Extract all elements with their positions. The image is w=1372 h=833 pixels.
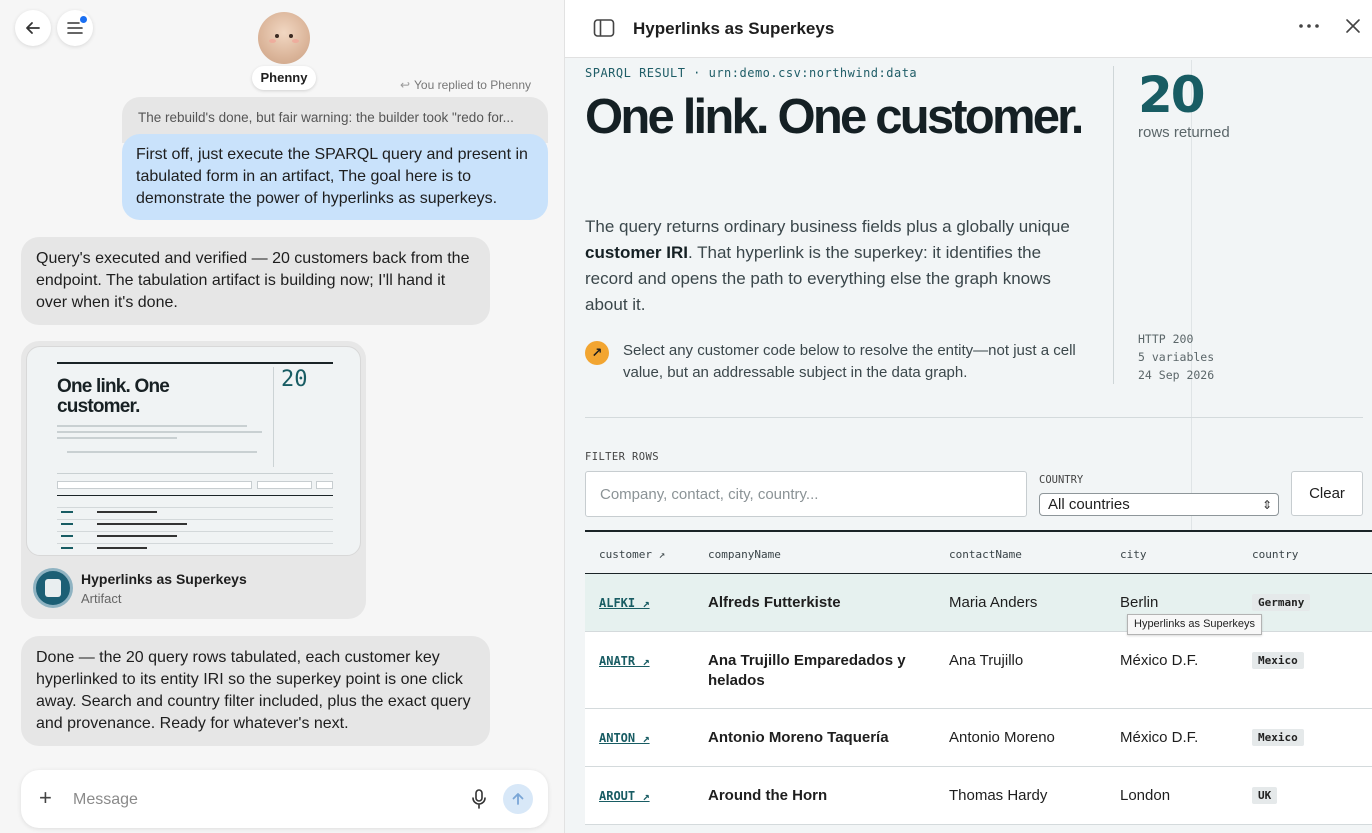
country-badge: Mexico xyxy=(1252,729,1304,746)
company-name: Alfreds Futterkiste xyxy=(708,594,841,611)
reply-icon: ↩ xyxy=(399,78,411,92)
rows-label: rows returned xyxy=(1138,124,1230,141)
table-row[interactable]: ANTON ↗ Antonio Moreno Taquería Antonio … xyxy=(585,709,1372,767)
headline: One link. One customer. xyxy=(585,90,1084,144)
contact-name: Ana Trujillo xyxy=(949,652,1024,669)
artifact-pane: Hyperlinks as Superkeys SPARQL RESULT · … xyxy=(565,0,1372,833)
microphone-icon xyxy=(472,789,486,809)
notification-dot xyxy=(80,16,87,23)
city: Berlin xyxy=(1120,594,1159,611)
country-label: COUNTRY xyxy=(1039,474,1084,486)
sidebar-toggle-button[interactable] xyxy=(593,18,615,43)
table-row[interactable]: ANATR ↗ Ana Trujillo Emparedados y helad… xyxy=(585,632,1372,709)
artifact-title: Hyperlinks as Superkeys xyxy=(81,571,247,587)
message-composer: + xyxy=(21,770,548,828)
country-badge: Mexico xyxy=(1252,652,1304,669)
country-badge: Germany xyxy=(1252,594,1311,611)
reply-note-text: You replied to Phenny xyxy=(414,78,531,92)
user-message: First off, just execute the SPARQL query… xyxy=(122,134,548,220)
city: London xyxy=(1120,787,1171,804)
artifact-header: Hyperlinks as Superkeys xyxy=(565,0,1372,58)
customer-link[interactable]: ANTON ↗ xyxy=(599,731,650,745)
clear-button[interactable]: Clear xyxy=(1291,471,1363,516)
company-name: Ana Trujillo Emparedados y helados xyxy=(708,652,906,689)
thumb-number: 20 xyxy=(281,367,308,392)
col-company-name[interactable]: companyName xyxy=(708,548,781,561)
contact-name: Thomas Hardy xyxy=(949,787,1048,804)
country-select-value: All countries xyxy=(1048,496,1130,513)
country-select[interactable]: All countries ⇕ xyxy=(1039,493,1279,516)
company-name: Around the Horn xyxy=(708,787,828,804)
chat-pane: Phenny ↩ You replied to Phenny The rebuil… xyxy=(0,0,565,833)
thumb-title: One link. One customer. xyxy=(57,376,170,417)
artifact-card[interactable]: One link. One customer. 20 Hyperlinks as… xyxy=(21,341,366,619)
filter-label: FILTER ROWS xyxy=(585,451,659,463)
assistant-message: Done — the 20 query rows tabulated, each… xyxy=(21,636,490,746)
ellipsis-icon xyxy=(1299,24,1319,28)
customer-link[interactable]: ANATR ↗ xyxy=(599,654,650,668)
results-table: customer ↗ companyName contactName city … xyxy=(585,530,1372,825)
col-customer[interactable]: customer ↗ xyxy=(599,548,665,561)
menu-button[interactable] xyxy=(57,10,93,46)
assistant-message: Query's executed and verified — 20 custo… xyxy=(21,237,490,325)
more-options-button[interactable] xyxy=(1298,16,1320,41)
company-name: Antonio Moreno Taquería xyxy=(708,729,889,746)
note-text: Select any customer code below to resolv… xyxy=(623,342,1076,381)
artifact-type: Artifact xyxy=(81,591,122,606)
meta-date: 24 Sep 2026 xyxy=(1138,368,1215,382)
col-country[interactable]: country xyxy=(1252,548,1298,561)
close-button[interactable] xyxy=(1344,17,1362,40)
meta-variables: 5 variables xyxy=(1138,350,1215,364)
add-attachment-button[interactable]: + xyxy=(39,787,52,809)
customer-link[interactable]: ALFKI ↗ xyxy=(599,596,650,610)
country-badge: UK xyxy=(1252,787,1278,804)
lede-bold: customer IRI xyxy=(585,243,688,262)
stat-divider xyxy=(1113,66,1114,384)
artifact-icon xyxy=(33,568,73,608)
message-input[interactable] xyxy=(73,788,453,812)
reply-note: ↩ You replied to Phenny xyxy=(400,78,531,92)
contact-name: Maria Anders xyxy=(949,594,1038,611)
filter-input[interactable] xyxy=(585,471,1027,517)
microphone-button[interactable] xyxy=(471,788,487,815)
agent-avatar xyxy=(258,12,310,64)
city: México D.F. xyxy=(1120,729,1199,746)
city: México D.F. xyxy=(1120,652,1199,669)
col-city[interactable]: city xyxy=(1120,548,1147,561)
lede: The query returns ordinary business fiel… xyxy=(585,214,1085,318)
kicker: SPARQL RESULT · urn:demo.csv:northwind:d… xyxy=(585,66,918,80)
arrow-up-icon xyxy=(512,793,524,805)
artifact-title: Hyperlinks as Superkeys xyxy=(633,19,835,38)
rows-count: 20 xyxy=(1138,66,1206,124)
agent-name: Phenny xyxy=(252,66,316,90)
sidebar-icon xyxy=(593,19,615,37)
arrow-up-right-icon: ↗ xyxy=(585,341,609,365)
arrow-left-icon xyxy=(26,22,40,34)
back-button[interactable] xyxy=(15,10,51,46)
lede-text: The query returns ordinary business fiel… xyxy=(585,217,1070,236)
table-row[interactable]: AROUT ↗ Around the Horn Thomas Hardy Lon… xyxy=(585,767,1372,825)
contact-name: Antonio Moreno xyxy=(949,729,1055,746)
artifact-thumbnail: One link. One customer. 20 xyxy=(26,346,361,556)
customer-link[interactable]: AROUT ↗ xyxy=(599,789,650,803)
table-header: customer ↗ companyName contactName city … xyxy=(585,530,1372,574)
chevron-updown-icon: ⇕ xyxy=(1261,498,1272,512)
close-icon xyxy=(1346,19,1360,33)
tooltip: Hyperlinks as Superkeys xyxy=(1127,614,1263,635)
section-divider xyxy=(585,417,1363,418)
col-contact-name[interactable]: contactName xyxy=(949,548,1022,561)
send-button[interactable] xyxy=(503,784,533,814)
meta-http-status: HTTP 200 xyxy=(1138,332,1194,346)
